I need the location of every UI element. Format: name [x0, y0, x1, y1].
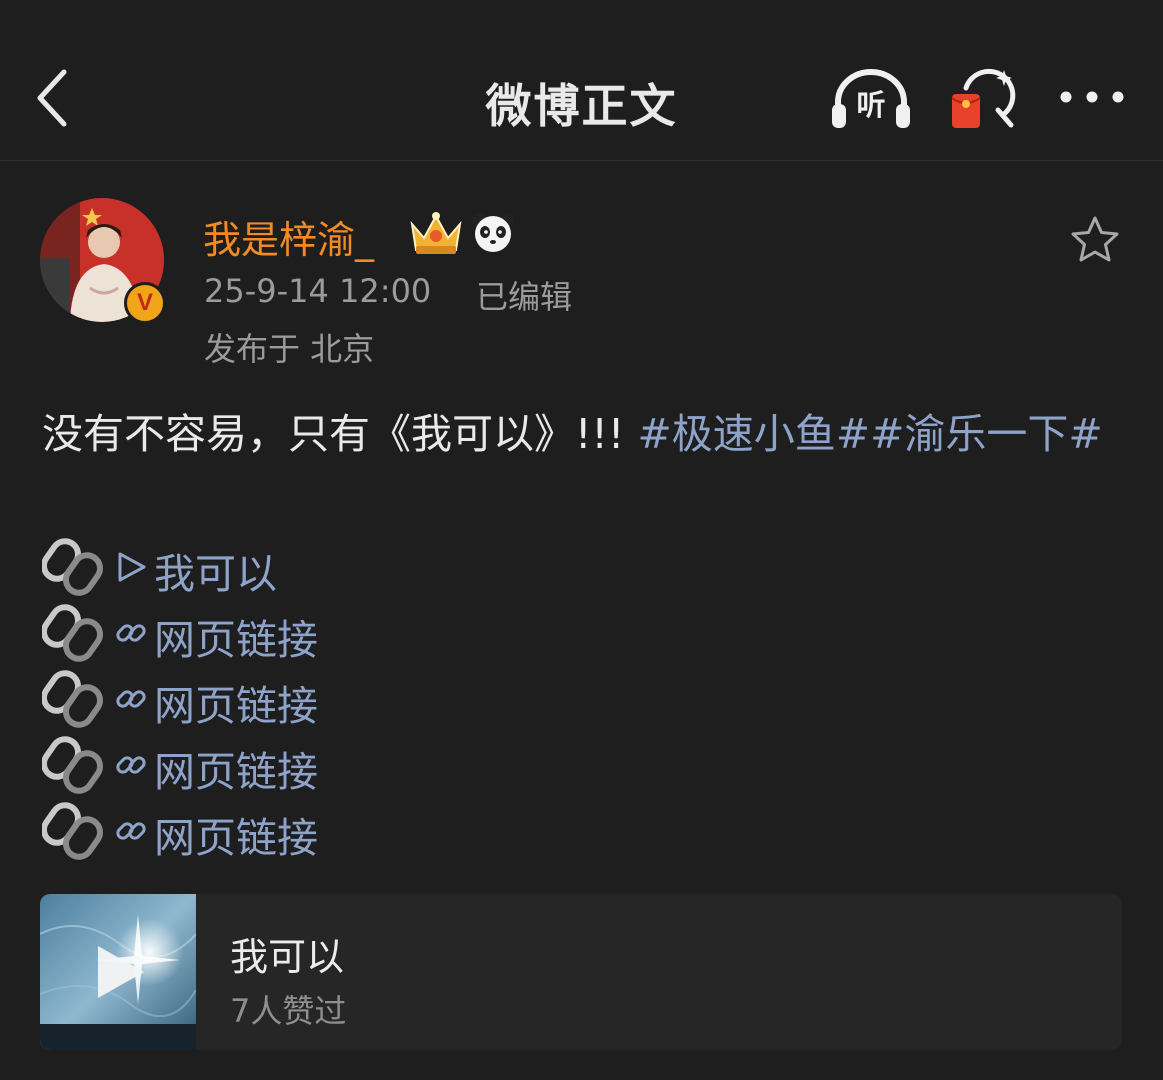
hashtag-link[interactable]: #渝乐一下#	[870, 410, 1103, 458]
crown-badge-icon[interactable]	[408, 208, 464, 256]
link-label[interactable]: 我可以	[154, 540, 277, 600]
verified-badge: V	[124, 282, 166, 324]
post-location: 发布于 北京	[204, 330, 375, 368]
post-text: 没有不容易，只有《我可以》!!! #极速小鱼##渝乐一下#	[42, 402, 1132, 466]
panda-icon[interactable]	[470, 210, 516, 254]
listen-button[interactable]: 听	[830, 66, 912, 130]
link-label[interactable]: 网页链接	[154, 738, 318, 798]
chain-link-emoji-icon	[42, 670, 104, 728]
music-card[interactable]: 我可以 7人赞过	[40, 894, 1122, 1050]
chain-link-emoji-icon	[42, 736, 104, 794]
author-name[interactable]: 我是梓渝_	[203, 209, 374, 264]
edited-label[interactable]: 已编辑	[476, 272, 572, 318]
top-bar: 微博正文 听	[0, 0, 1163, 161]
music-cover[interactable]	[40, 894, 197, 1050]
chain-link-emoji-icon	[42, 802, 104, 860]
chain-link-emoji-icon	[42, 538, 104, 596]
listen-label: 听	[856, 88, 886, 122]
chain-link-emoji-icon	[42, 604, 104, 662]
link-label[interactable]: 网页链接	[154, 672, 318, 732]
link-icon	[116, 822, 146, 840]
link-icon	[116, 756, 146, 774]
red-packet-search-icon	[951, 68, 1016, 128]
link-label[interactable]: 网页链接	[154, 804, 318, 864]
album-cover-image	[40, 894, 197, 1050]
red-packet-search-button[interactable]	[948, 66, 1018, 130]
hashtag-link[interactable]: #极速小鱼#	[637, 410, 870, 458]
more-button[interactable]	[1056, 80, 1128, 114]
post-body-text: 没有不容易，只有《我可以》!!!	[42, 410, 625, 458]
star-icon	[1071, 216, 1119, 262]
link-icon	[116, 690, 146, 708]
link-label[interactable]: 网页链接	[154, 606, 318, 666]
link-icon	[116, 624, 146, 642]
post-time: 25-9-14 12:00	[204, 272, 432, 310]
music-likes-count: 7人赞过	[230, 992, 347, 1030]
favorite-star-button[interactable]	[1068, 214, 1122, 266]
more-dots-icon	[1060, 91, 1124, 103]
music-title: 我可以	[230, 935, 345, 979]
play-triangle-icon	[118, 552, 146, 582]
